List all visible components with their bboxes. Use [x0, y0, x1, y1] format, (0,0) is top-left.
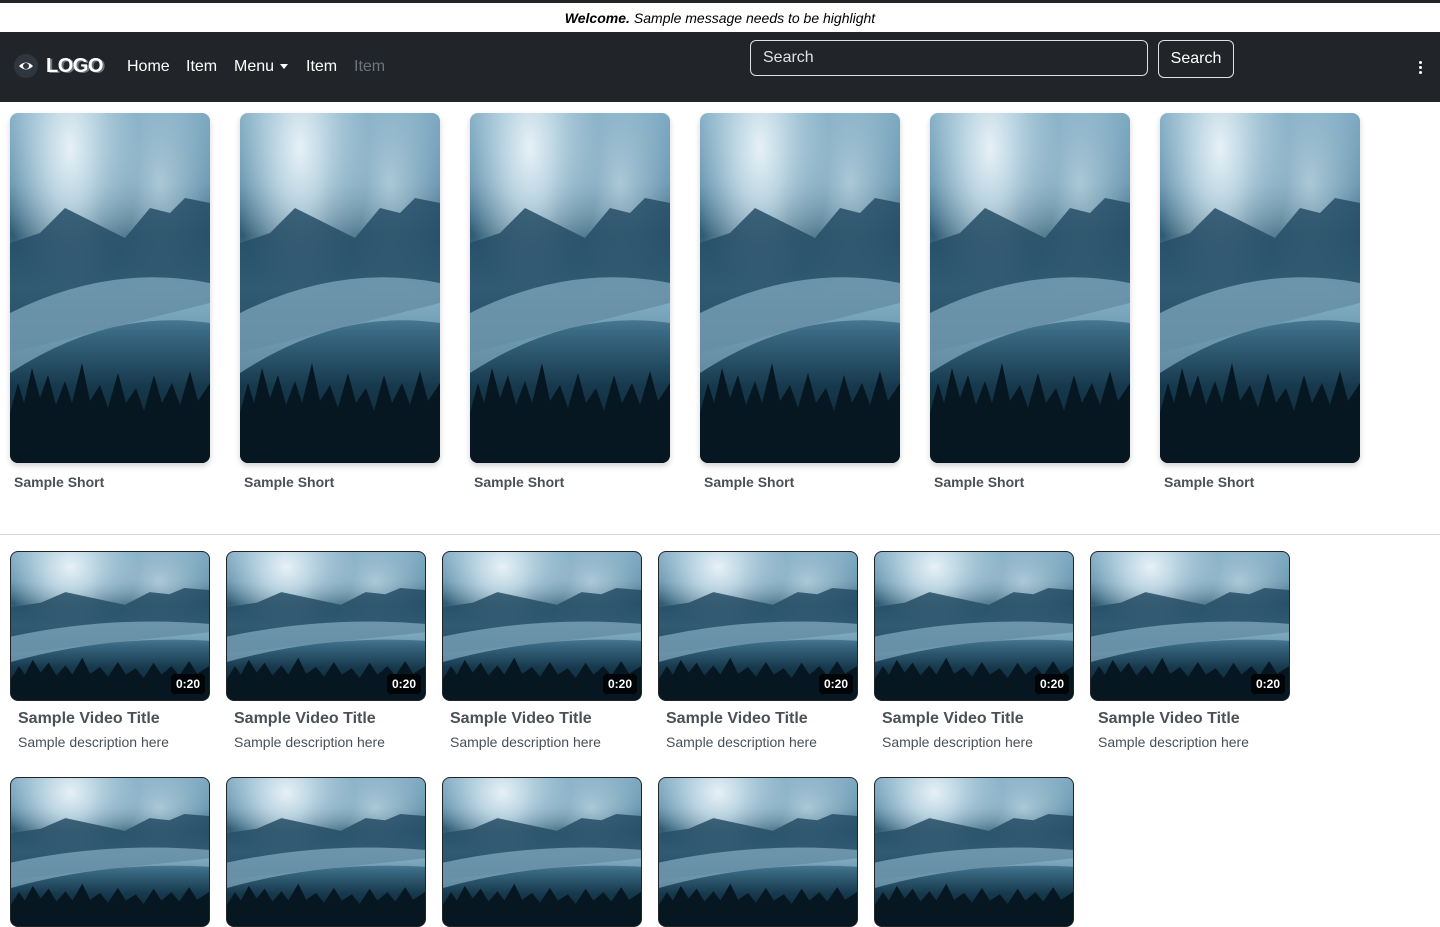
video-thumbnail[interactable] [874, 777, 1074, 927]
short-card[interactable]: Sample Short [930, 113, 1130, 490]
video-thumbnail[interactable]: 0:20 [10, 551, 210, 701]
video-description: Sample description here [666, 734, 817, 750]
short-card[interactable]: Sample Short [1160, 113, 1360, 490]
announcement-strong: Welcome. [564, 9, 630, 26]
duration-badge: 0:20 [818, 674, 853, 694]
duration-badge: 0:20 [1250, 674, 1285, 694]
short-card[interactable]: Sample Short [470, 113, 670, 490]
section-divider [0, 534, 1440, 535]
landscape-thumbnail-image [443, 813, 641, 926]
video-thumbnail[interactable]: 0:20 [874, 551, 1074, 701]
video-thumbnail[interactable]: 0:20 [658, 551, 858, 701]
video-description: Sample description here [1098, 734, 1249, 750]
vertical-ellipsis-icon[interactable] [1412, 59, 1428, 75]
caret-down-icon [280, 64, 289, 70]
duration-badge: 0:20 [386, 674, 421, 694]
short-thumbnail[interactable] [10, 113, 210, 463]
duration-badge: 0:20 [170, 674, 205, 694]
navbar: LOGO Home Item Menu Item Item Search [0, 32, 1440, 102]
landscape-thumbnail-image [227, 813, 425, 926]
video-title[interactable]: Sample Video Title [882, 710, 1074, 728]
video-title[interactable]: Sample Video Title [450, 710, 642, 728]
short-card[interactable]: Sample Short [10, 113, 210, 490]
short-title[interactable]: Sample Short [934, 474, 1130, 490]
video-card[interactable]: 0:20 Sample Video Title Sample descripti… [10, 551, 210, 750]
landscape-thumbnail-image [1160, 198, 1360, 463]
video-title[interactable]: Sample Video Title [666, 710, 858, 728]
video-card[interactable] [10, 777, 210, 927]
search-button[interactable]: Search [1158, 40, 1234, 78]
landscape-thumbnail-image [875, 813, 1073, 926]
video-title[interactable]: Sample Video Title [234, 710, 426, 728]
video-thumbnail[interactable] [226, 777, 426, 927]
landscape-thumbnail-image [240, 198, 440, 463]
nav-menu-dropdown[interactable]: Menu [234, 58, 289, 76]
video-thumbnail[interactable]: 0:20 [226, 551, 426, 701]
video-thumbnail[interactable] [10, 777, 210, 927]
nav-item-2[interactable]: Item [306, 58, 337, 76]
landscape-thumbnail-image [659, 813, 857, 926]
short-thumbnail[interactable] [930, 113, 1130, 463]
duration-badge: 0:20 [1034, 674, 1069, 694]
short-title[interactable]: Sample Short [474, 474, 670, 490]
announcement-bar: Welcome. Sample message needs to be high… [0, 3, 1440, 32]
video-card[interactable] [442, 777, 642, 927]
video-title[interactable]: Sample Video Title [18, 710, 210, 728]
video-description: Sample description here [882, 734, 1033, 750]
brand-logo[interactable]: LOGO [14, 54, 103, 78]
short-title[interactable]: Sample Short [244, 474, 440, 490]
short-thumbnail[interactable] [1160, 113, 1360, 463]
video-card[interactable]: 0:20 Sample Video Title Sample descripti… [874, 551, 1074, 750]
video-thumbnail[interactable] [658, 777, 858, 927]
video-card[interactable] [226, 777, 426, 927]
announcement-message: Sample message needs to be highlight [633, 9, 876, 26]
landscape-thumbnail-image [930, 198, 1130, 463]
search-input[interactable] [750, 40, 1148, 76]
landscape-thumbnail-image [470, 198, 670, 463]
short-thumbnail[interactable] [700, 113, 900, 463]
short-card[interactable]: Sample Short [240, 113, 440, 490]
video-card[interactable]: 0:20 Sample Video Title Sample descripti… [442, 551, 642, 750]
video-thumbnail[interactable]: 0:20 [442, 551, 642, 701]
nav-menu-label: Menu [234, 58, 275, 75]
video-description: Sample description here [234, 734, 385, 750]
video-card[interactable]: 0:20 Sample Video Title Sample descripti… [226, 551, 426, 750]
short-title[interactable]: Sample Short [704, 474, 900, 490]
landscape-thumbnail-image [700, 198, 900, 463]
video-card[interactable] [658, 777, 858, 927]
video-card[interactable]: 0:20 Sample Video Title Sample descripti… [658, 551, 858, 750]
video-description: Sample description here [450, 734, 601, 750]
video-card[interactable] [874, 777, 1074, 927]
landscape-thumbnail-image [10, 198, 210, 463]
short-title[interactable]: Sample Short [14, 474, 210, 490]
video-description: Sample description here [18, 734, 169, 750]
duration-badge: 0:20 [602, 674, 637, 694]
video-thumbnail[interactable]: 0:20 [1090, 551, 1290, 701]
brand-text: LOGO [46, 54, 103, 77]
landscape-thumbnail-image [11, 813, 209, 926]
short-thumbnail[interactable] [470, 113, 670, 463]
nav-item-disabled: Item [354, 58, 386, 75]
nav-item-1[interactable]: Item [186, 58, 217, 76]
video-title[interactable]: Sample Video Title [1098, 710, 1290, 728]
video-thumbnail[interactable] [442, 777, 642, 927]
short-title[interactable]: Sample Short [1164, 474, 1360, 490]
eye-icon [14, 54, 38, 78]
short-card[interactable]: Sample Short [700, 113, 900, 490]
short-thumbnail[interactable] [240, 113, 440, 463]
nav-home[interactable]: Home [127, 58, 170, 76]
video-card[interactable]: 0:20 Sample Video Title Sample descripti… [1090, 551, 1290, 750]
